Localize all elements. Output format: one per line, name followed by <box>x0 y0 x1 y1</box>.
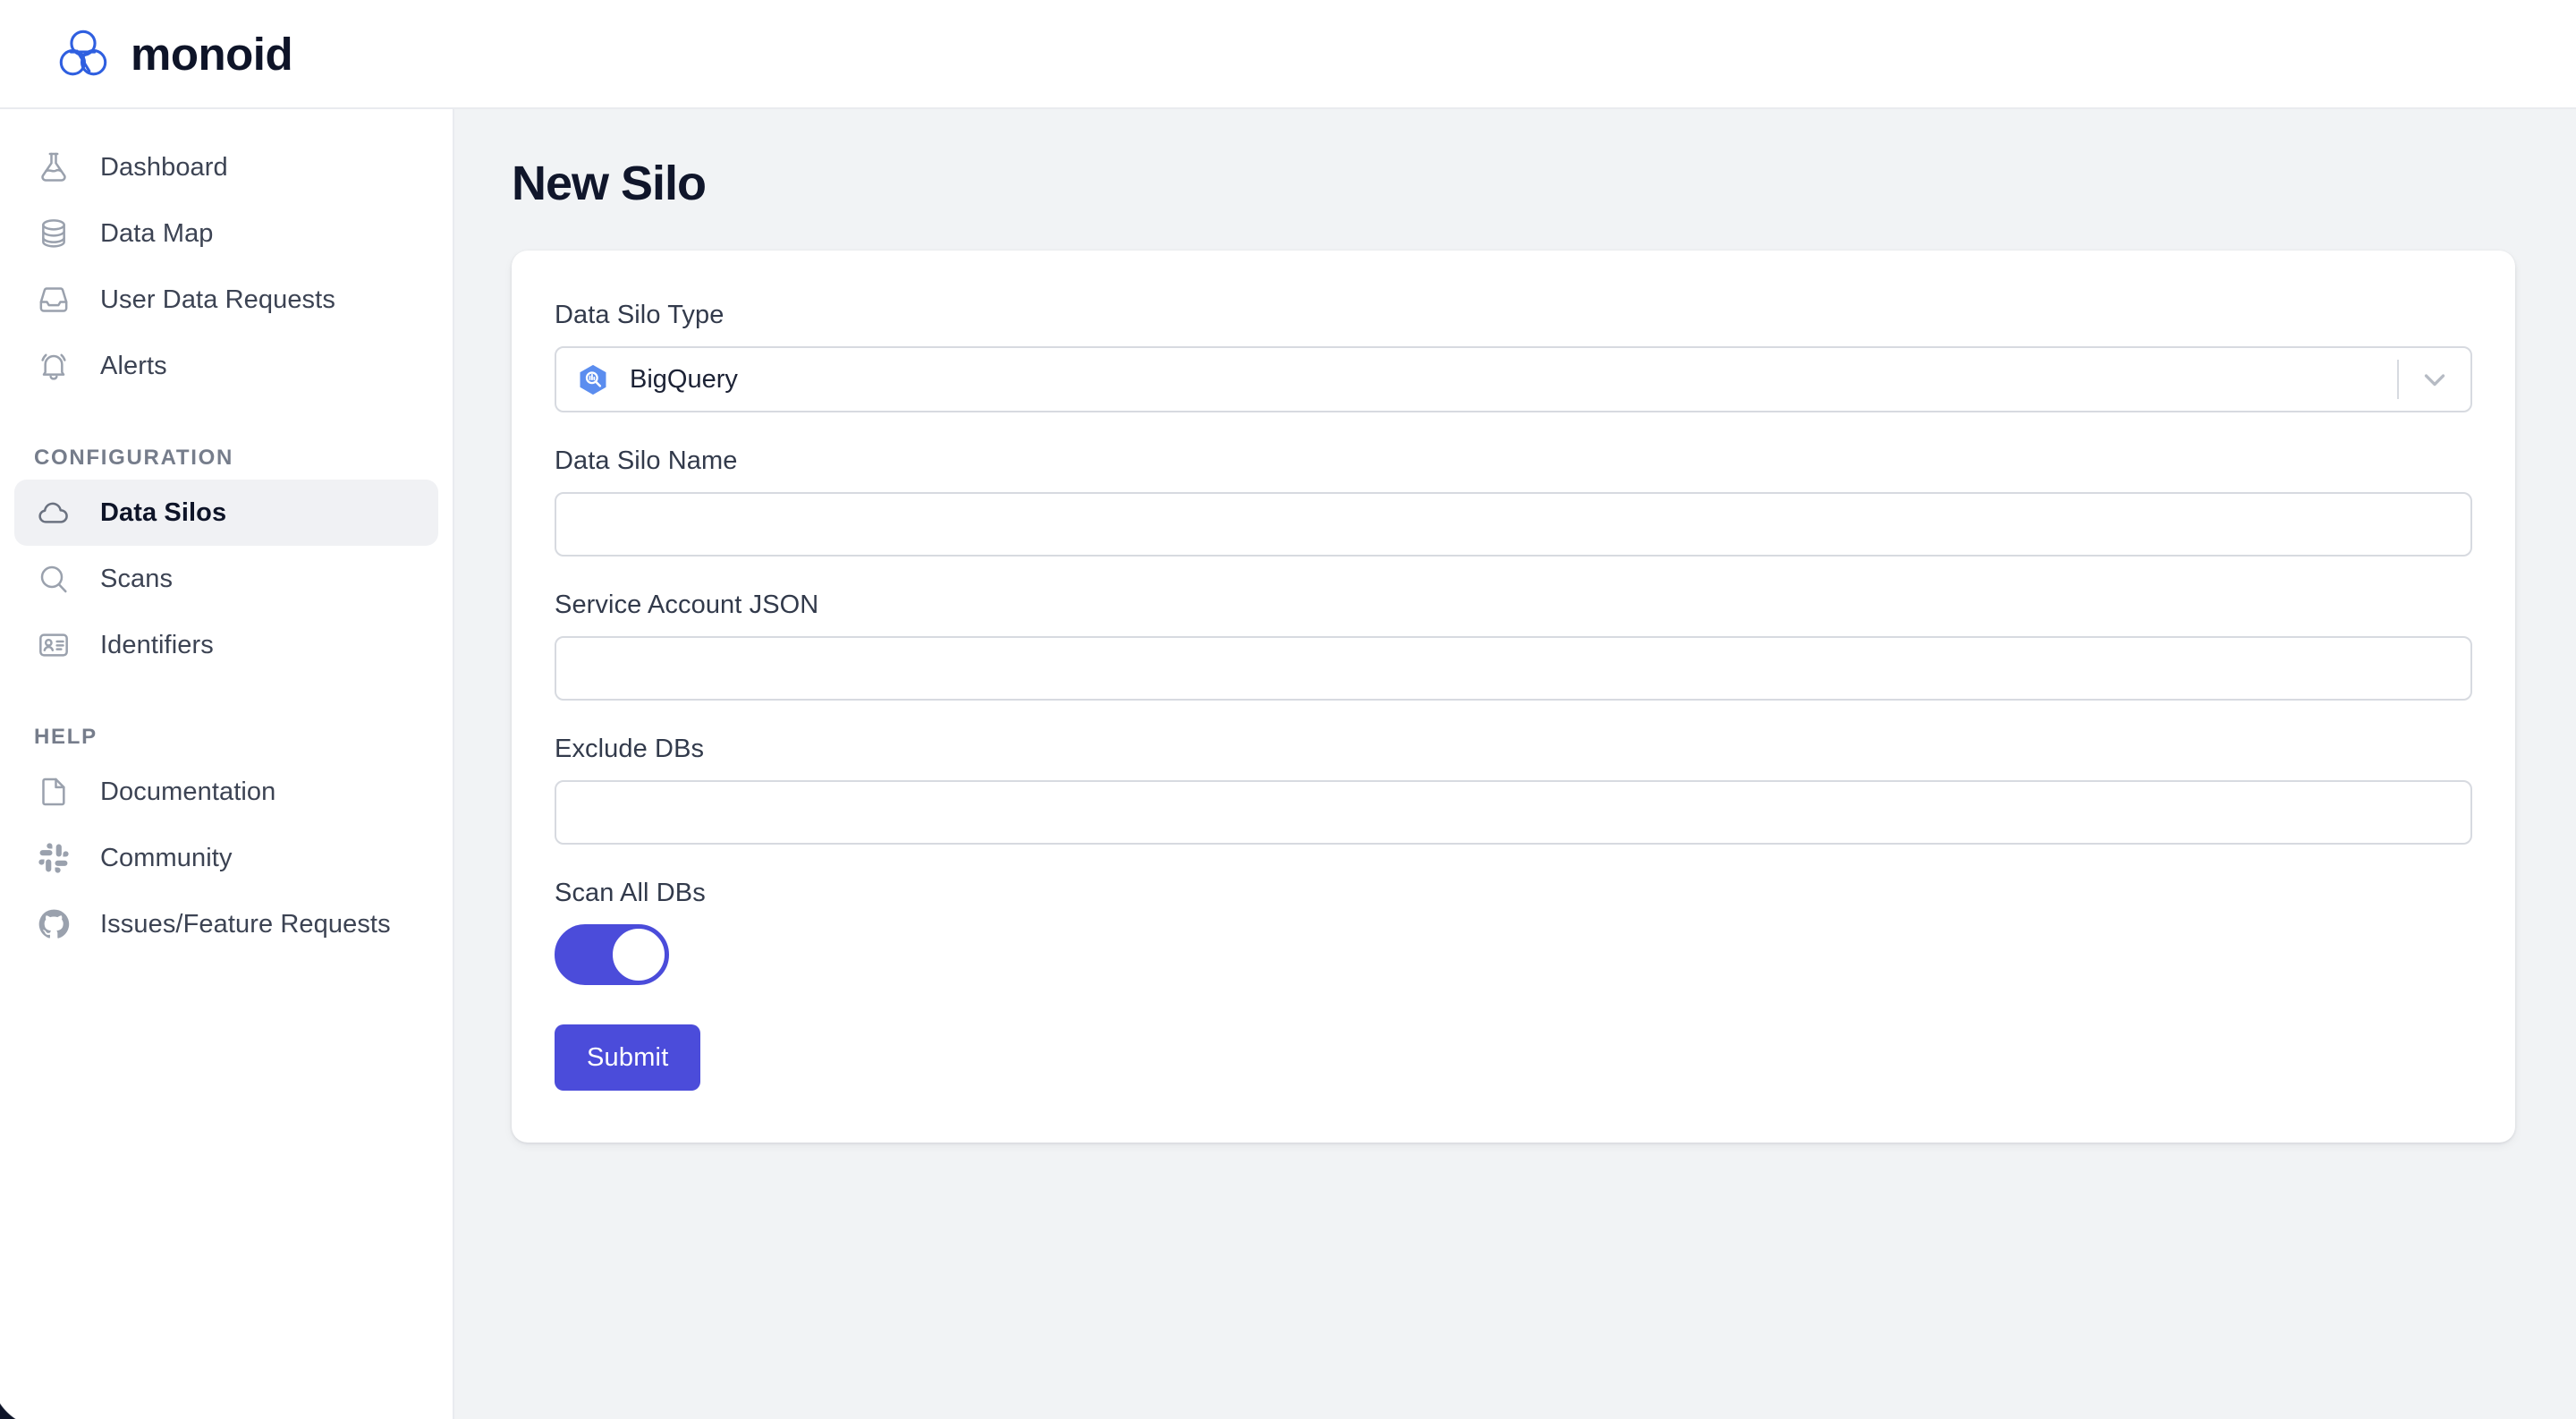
sidebar-item-label: Issues/Feature Requests <box>100 909 391 939</box>
brand-name: monoid <box>131 28 293 80</box>
silo-type-select[interactable]: BigQuery <box>555 346 2472 412</box>
sidebar-item-label: Community <box>100 843 233 872</box>
sidebar-item-scans[interactable]: Scans <box>14 546 438 612</box>
page-title: New Silo <box>512 157 707 210</box>
brand-logo[interactable]: monoid <box>55 26 293 81</box>
new-silo-form-card: Data Silo Type BigQuery Data Silo Name S… <box>512 251 2515 1143</box>
submit-button[interactable]: Submit <box>555 1024 701 1091</box>
bell-icon <box>34 346 73 386</box>
sidebar-help-group: Documentation Community Issues/Feature R… <box>0 759 453 957</box>
service-account-json-input[interactable] <box>555 636 2472 701</box>
field-exclude-dbs: Exclude DBs <box>555 735 2472 845</box>
sidebar-item-label: Data Silos <box>100 497 227 527</box>
sidebar: Dashboard Data Map User Data Requests Al… <box>0 109 454 1419</box>
scan-all-dbs-toggle[interactable] <box>555 924 669 985</box>
sidebar-item-label: Scans <box>100 564 174 593</box>
sidebar-item-data-map[interactable]: Data Map <box>14 200 438 267</box>
sidebar-item-label: Dashboard <box>100 152 228 182</box>
sidebar-item-alerts[interactable]: Alerts <box>14 333 438 399</box>
cloud-icon <box>34 493 73 532</box>
top-header: monoid <box>0 0 2576 109</box>
sidebar-primary-group: Dashboard Data Map User Data Requests Al… <box>0 134 453 399</box>
sidebar-item-dashboard[interactable]: Dashboard <box>14 134 438 200</box>
sidebar-section-help-title: HELP <box>34 725 97 749</box>
inbox-icon <box>34 280 73 319</box>
sidebar-item-label: User Data Requests <box>100 285 335 314</box>
silo-type-label: Data Silo Type <box>555 301 724 329</box>
sidebar-item-label: Documentation <box>100 777 276 806</box>
page-corner-artifact <box>0 1365 54 1419</box>
body-split: Dashboard Data Map User Data Requests Al… <box>0 109 2576 1419</box>
sidebar-item-user-data-requests[interactable]: User Data Requests <box>14 267 438 333</box>
toggle-knob <box>611 927 666 982</box>
exclude-dbs-input[interactable] <box>555 780 2472 845</box>
silo-type-value-text: BigQuery <box>630 364 738 394</box>
field-silo-type: Data Silo Type BigQuery <box>555 301 2472 412</box>
sidebar-item-label: Identifiers <box>100 630 214 659</box>
sidebar-item-label: Data Map <box>100 218 214 248</box>
field-silo-name: Data Silo Name <box>555 446 2472 557</box>
silo-name-label: Data Silo Name <box>555 446 738 475</box>
sidebar-item-data-silos[interactable]: Data Silos <box>14 480 438 546</box>
exclude-dbs-label: Exclude DBs <box>555 735 705 763</box>
service-account-json-label: Service Account JSON <box>555 591 819 619</box>
sidebar-item-issues-feature-requests[interactable]: Issues/Feature Requests <box>14 891 438 957</box>
sidebar-item-documentation[interactable]: Documentation <box>14 759 438 825</box>
sidebar-configuration-group: Data Silos Scans Identifiers <box>0 480 453 678</box>
chevron-down-icon[interactable] <box>2399 362 2470 396</box>
search-icon <box>34 559 73 599</box>
silo-type-selected-value: BigQuery <box>556 362 2397 396</box>
sidebar-item-community[interactable]: Community <box>14 825 438 891</box>
app-root: monoid Dashboard Data Map User Data Requ… <box>0 0 2576 1419</box>
github-icon <box>34 905 73 944</box>
scan-all-dbs-label: Scan All DBs <box>555 879 706 907</box>
sidebar-item-identifiers[interactable]: Identifiers <box>14 612 438 678</box>
sidebar-item-label: Alerts <box>100 351 167 380</box>
slack-icon <box>34 838 73 878</box>
sidebar-section-configuration-title: CONFIGURATION <box>34 446 233 470</box>
bigquery-icon <box>576 362 610 396</box>
field-service-account-json: Service Account JSON <box>555 591 2472 701</box>
field-scan-all-dbs: Scan All DBs <box>555 879 2472 985</box>
silo-name-input[interactable] <box>555 492 2472 557</box>
flask-icon <box>34 148 73 187</box>
database-icon <box>34 214 73 253</box>
main-content: New Silo Data Silo Type BigQuery Data Si… <box>454 109 2576 1419</box>
id-card-icon <box>34 625 73 665</box>
document-icon <box>34 772 73 811</box>
monoid-trefoil-logo-icon <box>55 26 111 81</box>
